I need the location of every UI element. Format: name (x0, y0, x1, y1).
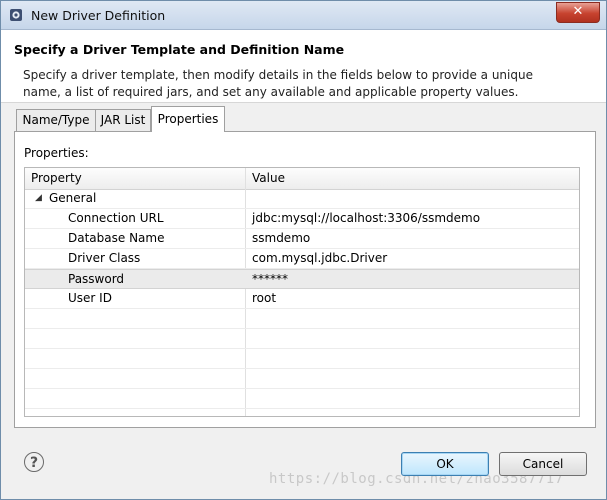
dialog-header: Specify a Driver Template and Definition… (1, 30, 606, 103)
new-driver-definition-dialog: New Driver Definition ✕ Specify a Driver… (0, 0, 607, 500)
tab-name-type[interactable]: Name/Type (16, 109, 96, 131)
empty-row (25, 309, 579, 329)
table-row[interactable]: Database Name ssmdemo (25, 229, 579, 249)
tree-expander-icon[interactable]: ◢ (35, 189, 42, 208)
property-name: User ID (68, 291, 112, 305)
property-value[interactable]: ssmdemo (252, 229, 310, 248)
column-header-value[interactable]: Value (252, 168, 285, 189)
help-icon[interactable]: ? (24, 452, 44, 472)
table-row[interactable]: Driver Class com.mysql.jdbc.Driver (25, 249, 579, 269)
table-row[interactable]: User ID root (25, 289, 579, 309)
empty-row (25, 389, 579, 409)
cancel-button[interactable]: Cancel (499, 452, 587, 476)
ok-button[interactable]: OK (401, 452, 489, 476)
property-name: Connection URL (68, 211, 164, 225)
column-header-property[interactable]: Property (31, 168, 82, 189)
properties-tab-panel: Properties: Property Value ◢ General Con… (14, 131, 596, 428)
empty-row (25, 329, 579, 349)
property-value[interactable]: ****** (252, 270, 288, 289)
header-title: Specify a Driver Template and Definition… (14, 42, 345, 57)
eclipse-app-icon (10, 9, 22, 21)
tab-properties[interactable]: Properties (151, 106, 225, 132)
header-description: Specify a driver template, then modify d… (23, 68, 533, 99)
property-name: Password (68, 272, 125, 286)
tab-jar-list[interactable]: JAR List (95, 109, 151, 131)
group-label: General (49, 191, 97, 205)
window-title: New Driver Definition (31, 8, 166, 23)
property-name: Driver Class (68, 251, 141, 265)
property-value[interactable]: root (252, 289, 276, 308)
property-value[interactable]: jdbc:mysql://localhost:3306/ssmdemo (252, 209, 480, 228)
property-value[interactable]: com.mysql.jdbc.Driver (252, 249, 387, 268)
properties-table[interactable]: Property Value ◢ General Connection URL … (24, 167, 580, 417)
table-row-group-general[interactable]: ◢ General (25, 189, 579, 209)
table-row[interactable]: Connection URL jdbc:mysql://localhost:33… (25, 209, 579, 229)
close-button[interactable]: ✕ (556, 2, 600, 23)
table-row-selected[interactable]: Password ****** (25, 269, 579, 289)
table-header: Property Value (25, 168, 579, 190)
properties-label: Properties: (24, 146, 89, 160)
property-name: Database Name (68, 231, 165, 245)
title-bar[interactable]: New Driver Definition ✕ (1, 1, 606, 30)
empty-row (25, 349, 579, 369)
empty-row (25, 369, 579, 389)
